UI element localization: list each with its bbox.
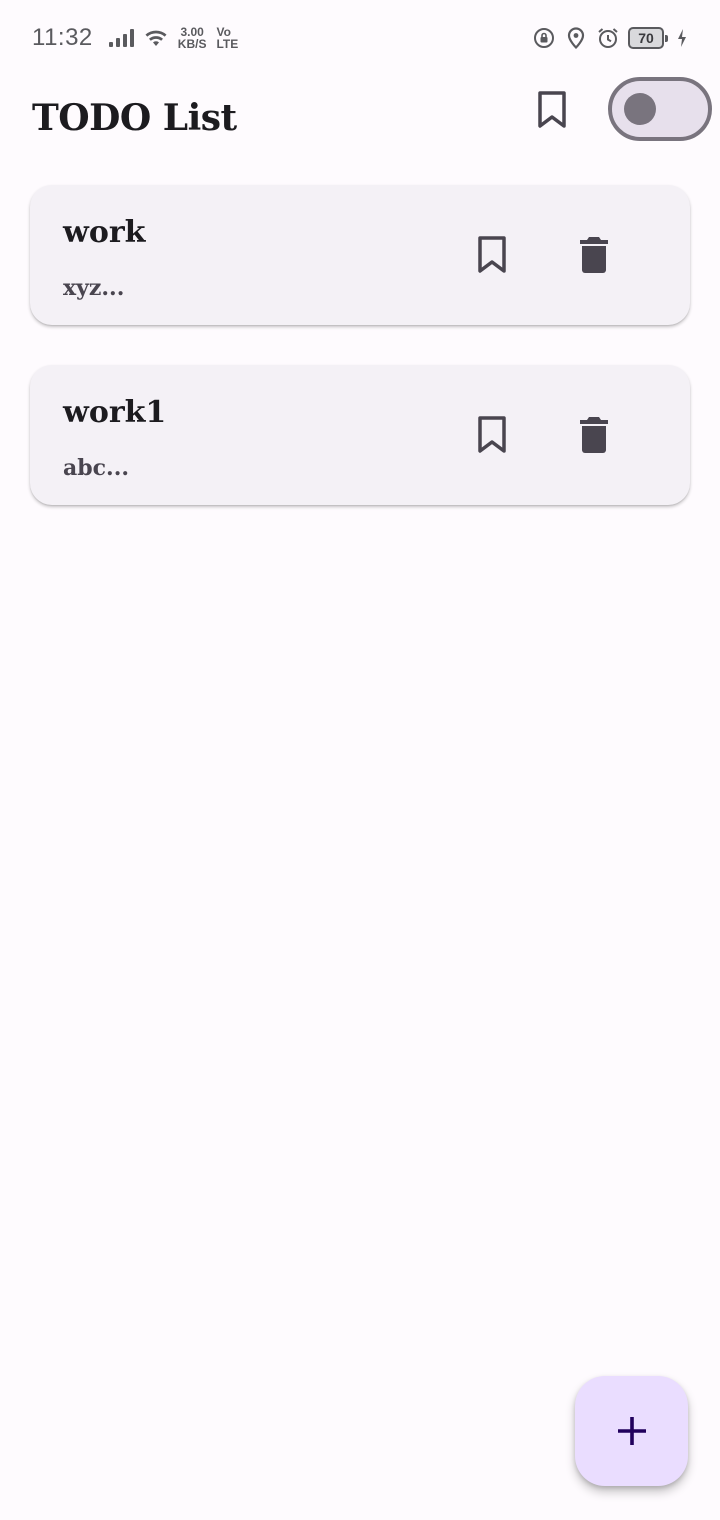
bookmark-button[interactable] — [476, 233, 508, 277]
volte-indicator: Vo LTE — [216, 26, 238, 50]
todo-card[interactable]: work1 abc... — [30, 365, 690, 505]
theme-toggle[interactable] — [608, 77, 712, 141]
network-speed-unit: KB/S — [177, 37, 207, 51]
bookmark-button[interactable] — [476, 413, 508, 457]
status-bar-right: 70 — [532, 26, 688, 50]
page-title: TODO List — [32, 97, 237, 139]
alarm-icon — [596, 26, 620, 50]
wifi-icon — [144, 26, 168, 50]
battery-icon: 70 — [628, 27, 668, 49]
volte-bottom: LTE — [216, 37, 239, 51]
trash-icon — [580, 237, 608, 273]
bookmark-outline-icon — [538, 91, 566, 128]
charging-icon — [676, 26, 688, 50]
signal-icon — [108, 29, 134, 47]
lock-rotation-icon — [532, 26, 556, 50]
todo-subtitle: abc... — [63, 455, 130, 481]
todo-title: work1 — [63, 395, 167, 430]
add-todo-button[interactable] — [575, 1376, 688, 1486]
trash-icon — [580, 417, 608, 453]
location-icon — [564, 26, 588, 50]
todo-subtitle: xyz... — [63, 275, 125, 301]
app-bar: TODO List — [0, 76, 720, 160]
bookmarks-button[interactable] — [530, 88, 574, 132]
status-time: 11:32 — [32, 24, 93, 51]
delete-button[interactable] — [574, 233, 614, 277]
network-speed: 3.00 KB/S — [178, 26, 207, 50]
bookmark-outline-icon — [478, 416, 506, 453]
todo-card[interactable]: work xyz... — [30, 185, 690, 325]
delete-button[interactable] — [574, 413, 614, 457]
bookmark-outline-icon — [478, 236, 506, 273]
status-bar: 11:32 3.00 KB/S Vo LTE 70 — [0, 0, 720, 76]
screen: 11:32 3.00 KB/S Vo LTE 70 TODO List work… — [0, 0, 720, 1520]
status-bar-left: 11:32 3.00 KB/S Vo LTE — [32, 24, 238, 52]
todo-title: work — [63, 215, 146, 250]
toggle-knob — [624, 93, 656, 125]
plus-icon — [617, 1417, 646, 1445]
